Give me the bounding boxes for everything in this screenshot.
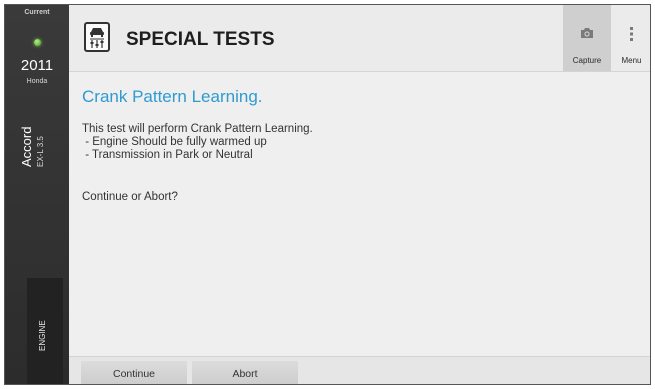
status-label: Current (24, 9, 50, 16)
car-gauge-icon (84, 22, 110, 52)
vehicle-model-group: Accord EX-L 3.5 (19, 97, 59, 167)
action-bar: Continue Abort (69, 356, 650, 384)
instruction-line: - Engine Should be fully warmed up (82, 136, 267, 148)
header-bar: SPECIAL TESTS Capture Menu (69, 5, 650, 72)
system-tab-engine[interactable]: ENGINE (27, 278, 63, 384)
instruction-line: This test will perform Crank Pattern Lea… (82, 123, 313, 135)
vehicle-make: Honda (26, 78, 48, 85)
menu-label: Menu (621, 56, 642, 65)
vehicle-sidebar: Current 2011 Honda Accord EX-L 3.5 ENGIN… (5, 5, 69, 384)
instruction-line: - Transmission in Park or Neutral (82, 149, 253, 161)
capture-button[interactable]: Capture (563, 5, 611, 71)
abort-button[interactable]: Abort (192, 361, 298, 384)
menu-button[interactable]: Menu (611, 5, 650, 71)
vertical-dots-icon (629, 26, 634, 47)
system-tab-label: ENGINE (38, 320, 47, 351)
camera-icon (580, 26, 594, 44)
vehicle-model: Accord (19, 126, 34, 167)
page-title: SPECIAL TESTS (126, 29, 275, 50)
vehicle-trim: EX-L 3.5 (36, 136, 45, 167)
test-title: Crank Pattern Learning. (82, 87, 263, 106)
test-content-panel: Crank Pattern Learning. This test will p… (69, 72, 650, 356)
confirmation-prompt: Continue or Abort? (82, 191, 178, 203)
connection-status-led-icon (34, 39, 41, 46)
app-screen: Current 2011 Honda Accord EX-L 3.5 ENGIN… (4, 4, 651, 385)
continue-button[interactable]: Continue (81, 361, 187, 384)
capture-label: Capture (572, 56, 602, 65)
test-instructions: This test will perform Crank Pattern Lea… (82, 123, 313, 162)
vehicle-year: 2011 (20, 57, 54, 74)
